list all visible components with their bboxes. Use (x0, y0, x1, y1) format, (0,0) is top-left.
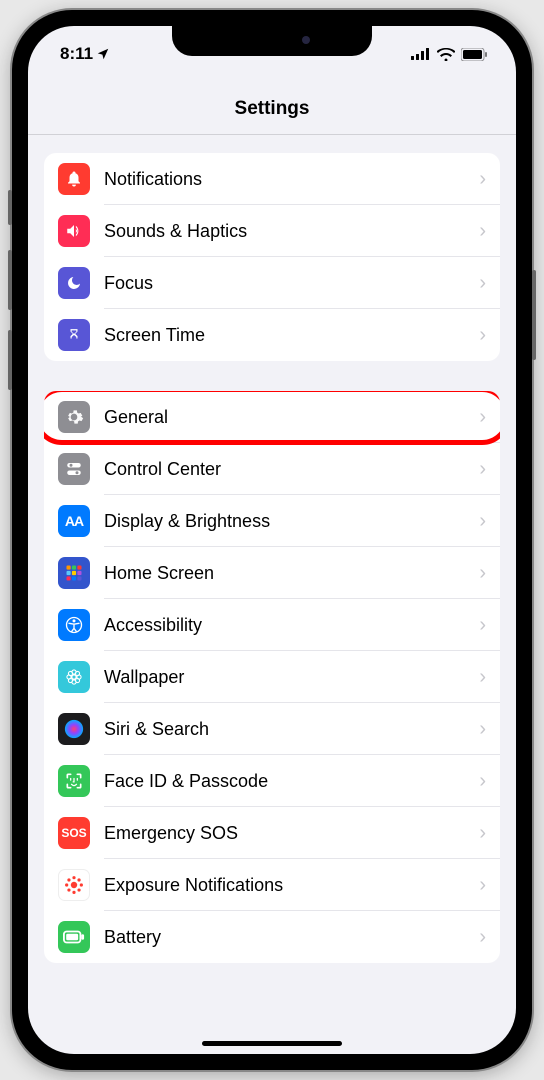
chevron-right-icon: › (479, 770, 486, 793)
chevron-right-icon: › (479, 562, 486, 585)
faceid-icon (58, 765, 90, 797)
row-label: Sounds & Haptics (104, 221, 479, 242)
bell-icon (58, 163, 90, 195)
settings-content[interactable]: Notifications › Sounds & Haptics › Focus… (28, 135, 516, 1023)
row-general[interactable]: General › (44, 391, 500, 443)
location-icon (96, 47, 110, 61)
siri-icon (58, 713, 90, 745)
row-label: Siri & Search (104, 719, 479, 740)
status-right (411, 48, 488, 61)
chevron-right-icon: › (479, 666, 486, 689)
row-wallpaper[interactable]: Wallpaper › (44, 651, 500, 703)
row-label: Focus (104, 273, 479, 294)
status-time: 8:11 (60, 44, 93, 64)
row-label: Notifications (104, 169, 479, 190)
row-focus[interactable]: Focus › (44, 257, 500, 309)
row-notifications[interactable]: Notifications › (44, 153, 500, 205)
row-label: Accessibility (104, 615, 479, 636)
switches-icon (58, 453, 90, 485)
row-label: Control Center (104, 459, 479, 480)
chevron-right-icon: › (479, 324, 486, 347)
row-screen-time[interactable]: Screen Time › (44, 309, 500, 361)
row-siri[interactable]: Siri & Search › (44, 703, 500, 755)
text-size-icon: AA (58, 505, 90, 537)
wifi-icon (437, 48, 455, 61)
row-label: Face ID & Passcode (104, 771, 479, 792)
row-display[interactable]: AA Display & Brightness › (44, 495, 500, 547)
chevron-right-icon: › (479, 406, 486, 429)
gear-icon (58, 401, 90, 433)
row-exposure[interactable]: Exposure Notifications › (44, 859, 500, 911)
notch (172, 26, 372, 56)
row-faceid[interactable]: Face ID & Passcode › (44, 755, 500, 807)
settings-group: Notifications › Sounds & Haptics › Focus… (44, 153, 500, 361)
row-label: Screen Time (104, 325, 479, 346)
row-label: Home Screen (104, 563, 479, 584)
cellular-icon (411, 48, 431, 60)
chevron-right-icon: › (479, 926, 486, 949)
row-label: Wallpaper (104, 667, 479, 688)
row-battery[interactable]: Battery › (44, 911, 500, 963)
chevron-right-icon: › (479, 614, 486, 637)
row-sounds[interactable]: Sounds & Haptics › (44, 205, 500, 257)
flower-icon (58, 661, 90, 693)
chevron-right-icon: › (479, 874, 486, 897)
row-label: Battery (104, 927, 479, 948)
speaker-icon (58, 215, 90, 247)
battery-icon (461, 48, 488, 61)
side-button (8, 330, 12, 390)
side-button (532, 270, 536, 360)
page-title: Settings (28, 98, 516, 120)
row-label: Exposure Notifications (104, 875, 479, 896)
chevron-right-icon: › (479, 822, 486, 845)
screen: 8:11 (28, 26, 516, 1054)
row-label: Display & Brightness (104, 511, 479, 532)
row-accessibility[interactable]: Accessibility › (44, 599, 500, 651)
settings-group: General › Control Center › AA Display & … (44, 391, 500, 963)
accessibility-icon (58, 609, 90, 641)
chevron-right-icon: › (479, 510, 486, 533)
side-button (8, 250, 12, 310)
row-label: Emergency SOS (104, 823, 479, 844)
side-button (8, 190, 12, 225)
phone-frame: 8:11 (12, 10, 532, 1070)
row-emergency-sos[interactable]: SOS Emergency SOS › (44, 807, 500, 859)
row-home-screen[interactable]: Home Screen › (44, 547, 500, 599)
chevron-right-icon: › (479, 168, 486, 191)
chevron-right-icon: › (479, 220, 486, 243)
battery-icon (58, 921, 90, 953)
chevron-right-icon: › (479, 458, 486, 481)
exposure-icon (58, 869, 90, 901)
hourglass-icon (58, 319, 90, 351)
row-label: General (104, 407, 479, 428)
nav-header: Settings (28, 70, 516, 135)
moon-icon (58, 267, 90, 299)
grid-icon (58, 557, 90, 589)
sos-icon: SOS (58, 817, 90, 849)
status-left: 8:11 (60, 44, 110, 64)
camera-dot (302, 36, 310, 44)
chevron-right-icon: › (479, 718, 486, 741)
home-indicator[interactable] (202, 1041, 342, 1046)
chevron-right-icon: › (479, 272, 486, 295)
row-control-center[interactable]: Control Center › (44, 443, 500, 495)
